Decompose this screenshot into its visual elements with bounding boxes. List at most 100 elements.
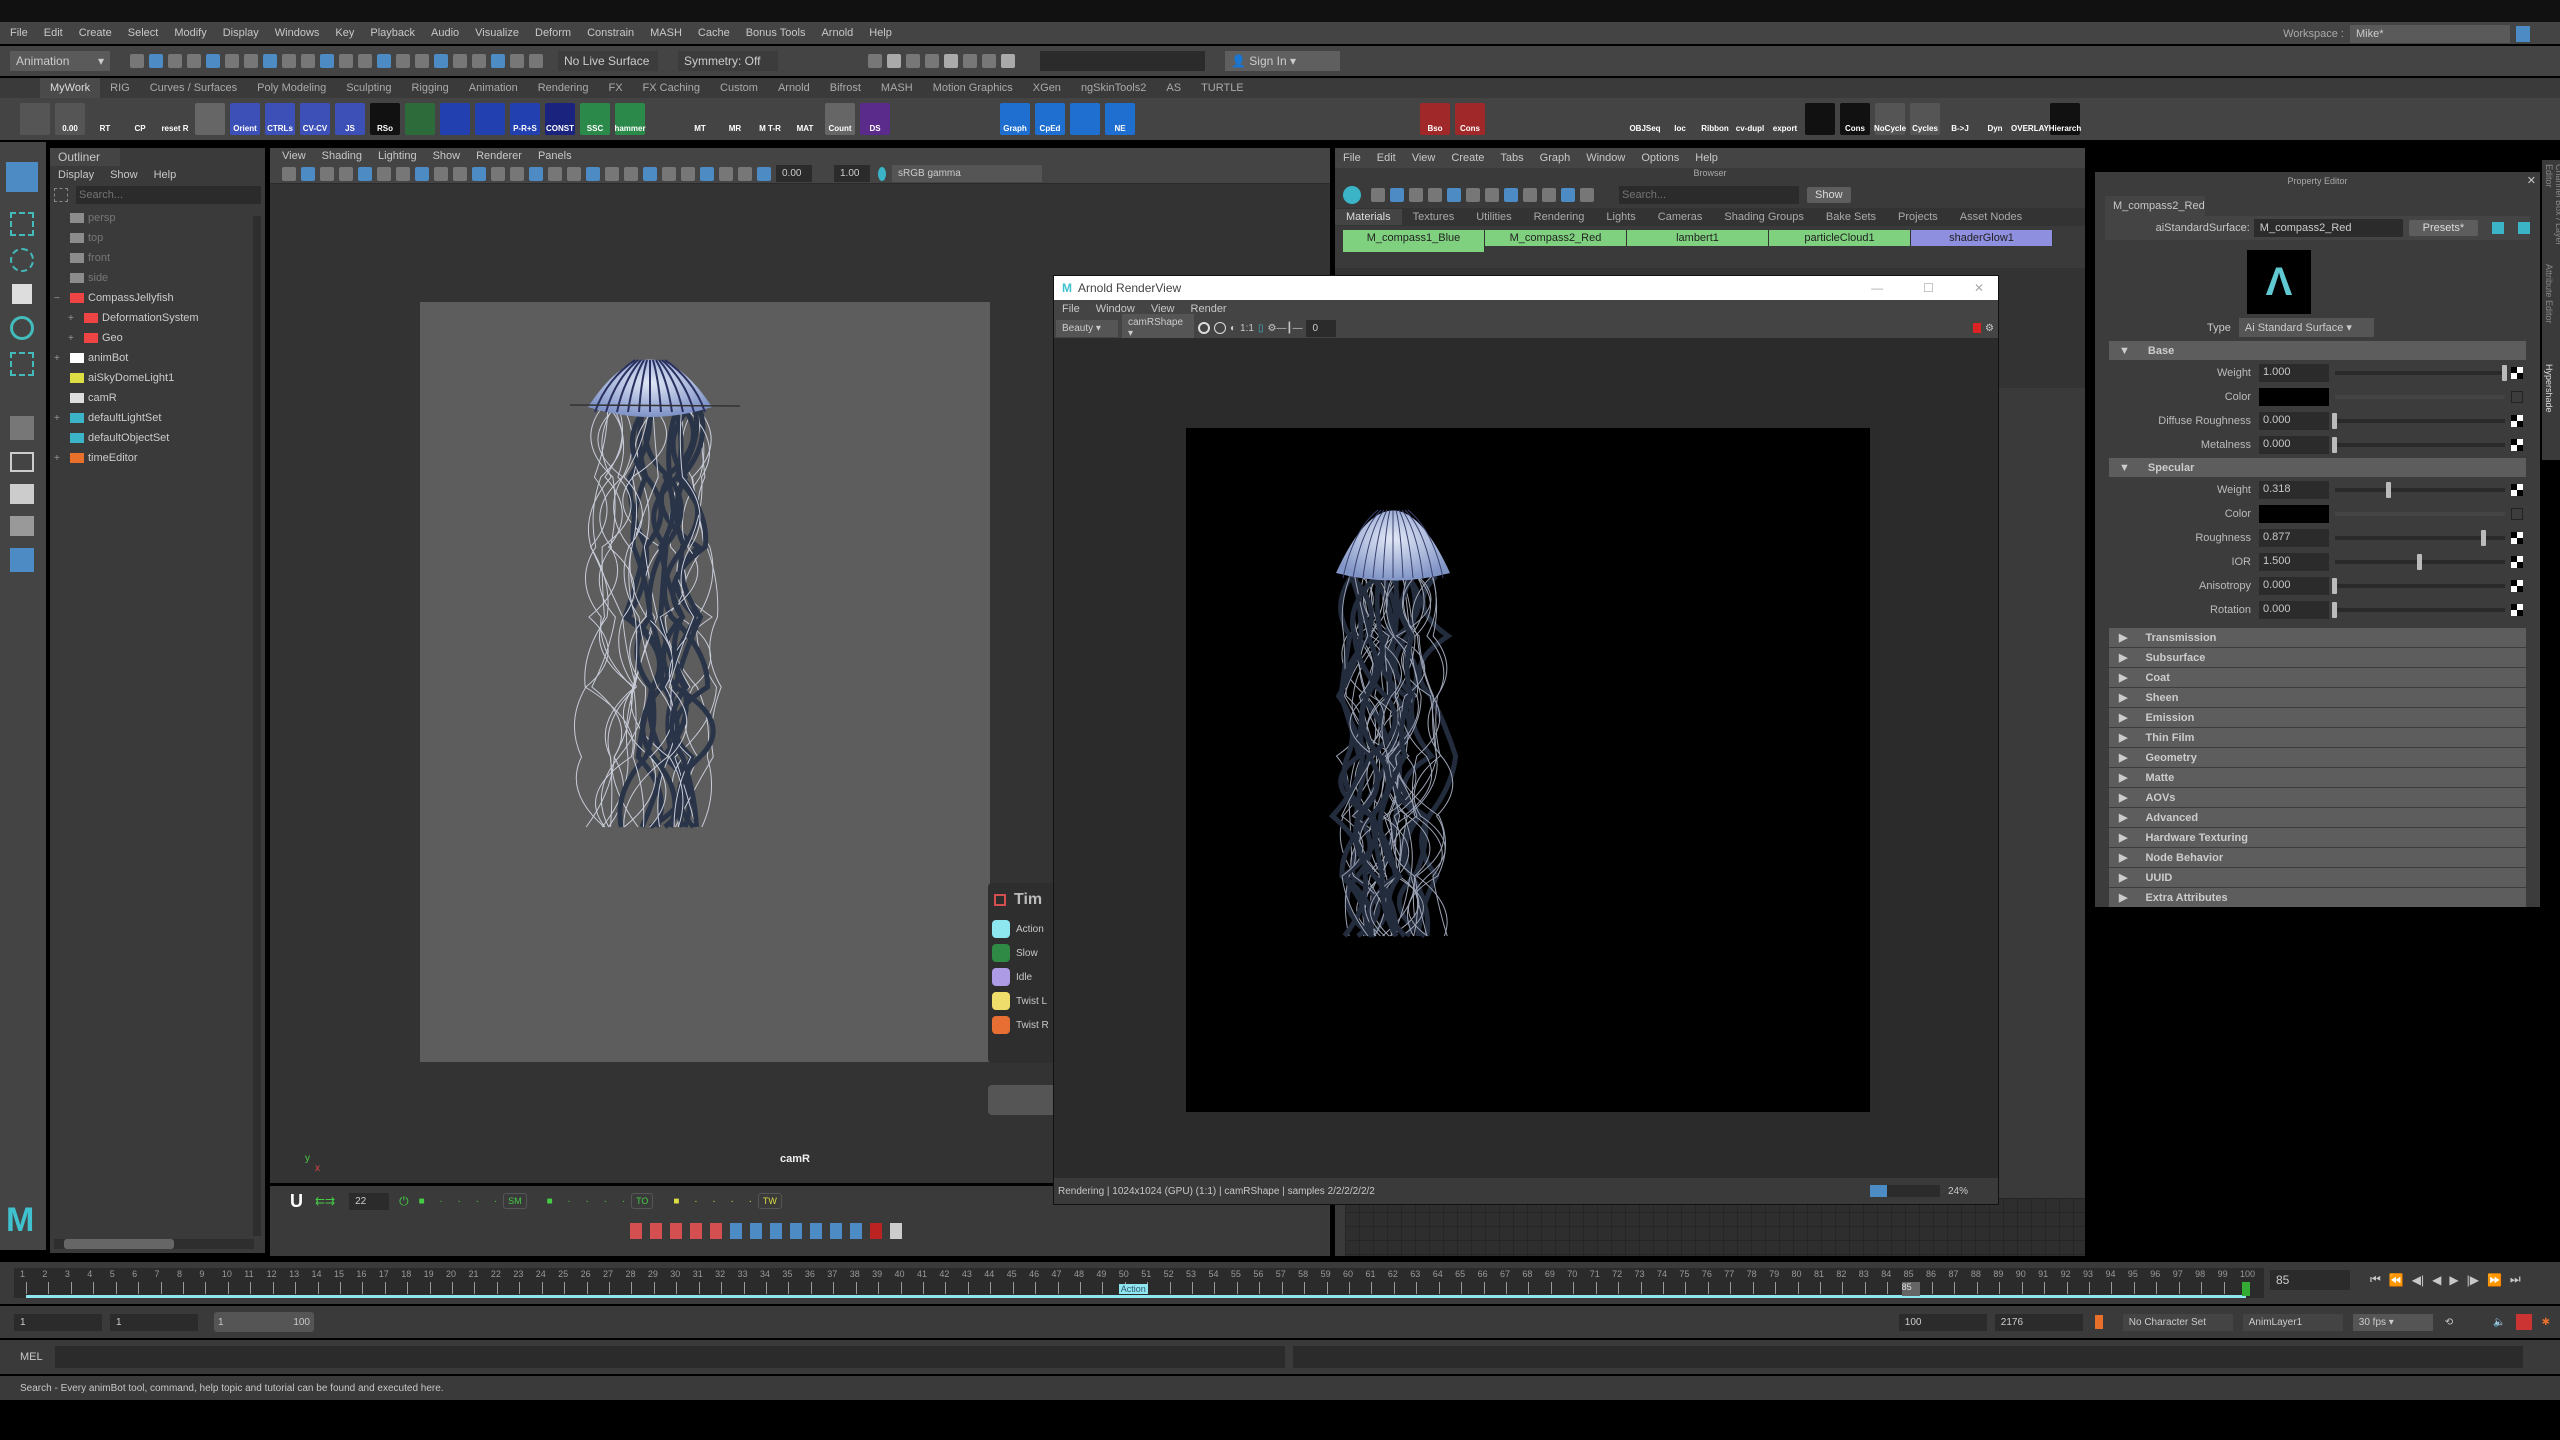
paint-weights-icon[interactable] — [10, 416, 34, 440]
shelf-tab-poly-modeling[interactable]: Poly Modeling — [247, 78, 336, 98]
shelf-tab-animation[interactable]: Animation — [459, 78, 528, 98]
section-coat[interactable]: ▶ Coat — [2109, 668, 2526, 687]
step-back-icon[interactable]: ◀| — [2412, 1273, 2424, 1287]
viewport-tool-icon[interactable] — [396, 166, 410, 181]
shelf-tab-rendering[interactable]: Rendering — [528, 78, 599, 98]
status-tool-icon[interactable] — [168, 54, 182, 68]
menu-file[interactable]: File — [10, 27, 28, 39]
status-tool-icon[interactable] — [510, 54, 524, 68]
status-tool-icon[interactable] — [339, 54, 353, 68]
channel-icon[interactable]: ◐ — [1230, 323, 1236, 334]
outliner-menu-help[interactable]: Help — [154, 169, 177, 181]
settings-icon[interactable]: ⚙ — [1985, 323, 1994, 334]
current-frame-field[interactable]: 85 — [2270, 1270, 2350, 1290]
material-shaderglow1[interactable]: shaderGlow1 — [1911, 230, 2053, 246]
hypershade-tool-icon[interactable] — [1390, 188, 1404, 202]
menu-mash[interactable]: MASH — [650, 27, 682, 39]
outliner-hscrollbar[interactable] — [54, 1239, 254, 1249]
status-tool-icon[interactable] — [396, 54, 410, 68]
shelf-tab-xgen[interactable]: XGen — [1023, 78, 1071, 98]
viewport-menu-shading[interactable]: Shading — [322, 150, 362, 162]
colorspace-dropdown[interactable]: sRGB gamma — [892, 165, 1042, 182]
attr-slider[interactable] — [2335, 482, 2505, 498]
animbot-tool-icon[interactable] — [650, 1223, 662, 1239]
shelf-button-const[interactable]: CONST — [545, 103, 575, 135]
shelf-button-ctrls[interactable]: CTRLs — [265, 103, 295, 135]
shelf-button[interactable] — [930, 103, 960, 135]
render-tool-icon[interactable] — [887, 54, 901, 68]
crop-icon[interactable]: ▯ — [1258, 323, 1264, 334]
shelf-button-cons[interactable]: Cons — [1455, 103, 1485, 135]
playhead[interactable]: 85 — [1901, 1282, 1920, 1296]
animbot-tool-icon[interactable] — [870, 1223, 882, 1239]
copy-tab-icon[interactable] — [2492, 222, 2505, 234]
status-tool-icon[interactable] — [472, 54, 486, 68]
expand-toggle[interactable]: + — [54, 413, 66, 424]
clip-label[interactable]: Action — [1118, 1284, 1148, 1294]
shelf-button-js[interactable]: JS — [335, 103, 365, 135]
material-m-compass1-blue[interactable]: M_compass1_Blue — [1343, 230, 1485, 246]
attr-value-field[interactable]: 0.877 — [2259, 529, 2329, 547]
bookmark-add-icon[interactable] — [2094, 1315, 2103, 1329]
status-tool-icon[interactable] — [263, 54, 277, 68]
animbot-tool-icon[interactable] — [890, 1223, 902, 1239]
shelf-button-rso[interactable]: RSo — [370, 103, 400, 135]
shelf-button[interactable] — [1315, 103, 1345, 135]
shelf-button[interactable] — [1385, 103, 1415, 135]
render-tool-icon[interactable] — [1001, 54, 1015, 68]
fps-dropdown[interactable]: 30 fps ▾ — [2352, 1313, 2433, 1331]
shelf-button-loc[interactable]: loc — [1665, 103, 1695, 135]
renderview-menu-file[interactable]: File — [1062, 303, 1080, 315]
shelf-button-nocycle[interactable]: NoCycle — [1874, 103, 1906, 135]
section-node-behavior[interactable]: ▶ Node Behavior — [2109, 848, 2526, 867]
audio-icon[interactable]: 🔈 — [2493, 1317, 2505, 1328]
outliner-item[interactable]: aiSkyDomeLight1 — [50, 368, 265, 388]
go-end-icon[interactable]: ⏭ — [2510, 1272, 2521, 1287]
attr-slider[interactable] — [2332, 578, 2505, 594]
section-aovs[interactable]: ▶ AOVs — [2109, 788, 2526, 807]
animbot-tool-icon[interactable] — [670, 1223, 682, 1239]
shelf-button[interactable] — [1245, 103, 1275, 135]
outliner-item[interactable]: + Geo — [50, 328, 265, 348]
shelf-tab-custom[interactable]: Custom — [710, 78, 768, 98]
material-lambert1[interactable]: lambert1 — [1627, 230, 1769, 246]
gamma-field[interactable]: 1.00 — [834, 165, 870, 182]
step-forward-key-icon[interactable]: ⏩ — [2487, 1273, 2502, 1287]
menu-bonus-tools[interactable]: Bonus Tools — [746, 27, 806, 39]
hypershade-tool-icon[interactable] — [1409, 188, 1423, 202]
play-back-icon[interactable]: ◀ — [2432, 1273, 2441, 1287]
hypershade-tool-icon[interactable] — [1523, 188, 1537, 202]
viewport-tool-icon[interactable] — [358, 166, 372, 181]
hypershade-tool-icon[interactable] — [1580, 188, 1594, 202]
viewport-tool-icon[interactable] — [301, 166, 315, 181]
anim-layer-dropdown[interactable]: AnimLayer1 — [2242, 1313, 2343, 1331]
expand-toggle[interactable]: + — [54, 353, 66, 364]
texture-map-icon[interactable] — [2511, 367, 2523, 379]
section-hardware-texturing[interactable]: ▶ Hardware Texturing — [2109, 828, 2526, 847]
hypershade-menu-help[interactable]: Help — [1695, 152, 1718, 164]
shelf-button-overlay[interactable]: OVERLAY — [2011, 103, 2049, 135]
color-slider[interactable] — [2335, 512, 2505, 516]
shelf-tab-as[interactable]: AS — [1156, 78, 1191, 98]
viewport-tool-icon[interactable] — [624, 166, 638, 181]
shelf-tab-sculpting[interactable]: Sculpting — [336, 78, 401, 98]
hypershade-menu-tabs[interactable]: Tabs — [1500, 152, 1523, 164]
shelf-button-cped[interactable]: CpEd — [1035, 103, 1065, 135]
viewport-tool-icon[interactable] — [757, 166, 771, 181]
play-forward-icon[interactable]: ▶ — [2449, 1273, 2458, 1287]
shelf-button-orient[interactable]: Orient — [230, 103, 260, 135]
mel-label[interactable]: MEL — [20, 1351, 43, 1363]
viewport-menu-lighting[interactable]: Lighting — [378, 150, 417, 162]
animbot-marker[interactable]: TO — [631, 1193, 654, 1209]
shelf-button[interactable] — [440, 103, 470, 135]
outliner-item[interactable]: front — [50, 248, 265, 268]
shelf-button-count[interactable]: Count — [825, 103, 855, 135]
hypershade-menu-graph[interactable]: Graph — [1540, 152, 1571, 164]
shelf-button[interactable] — [475, 103, 505, 135]
shelf-button[interactable] — [405, 103, 435, 135]
attr-value-field[interactable]: 0.000 — [2259, 601, 2329, 619]
hypershade-tab-shading-groups[interactable]: Shading Groups — [1713, 209, 1815, 225]
layout-side-icon[interactable] — [10, 516, 34, 536]
show-button[interactable]: Show — [1807, 187, 1851, 203]
side-tab-attribute-editor[interactable]: Attribute Editor — [2542, 260, 2556, 360]
